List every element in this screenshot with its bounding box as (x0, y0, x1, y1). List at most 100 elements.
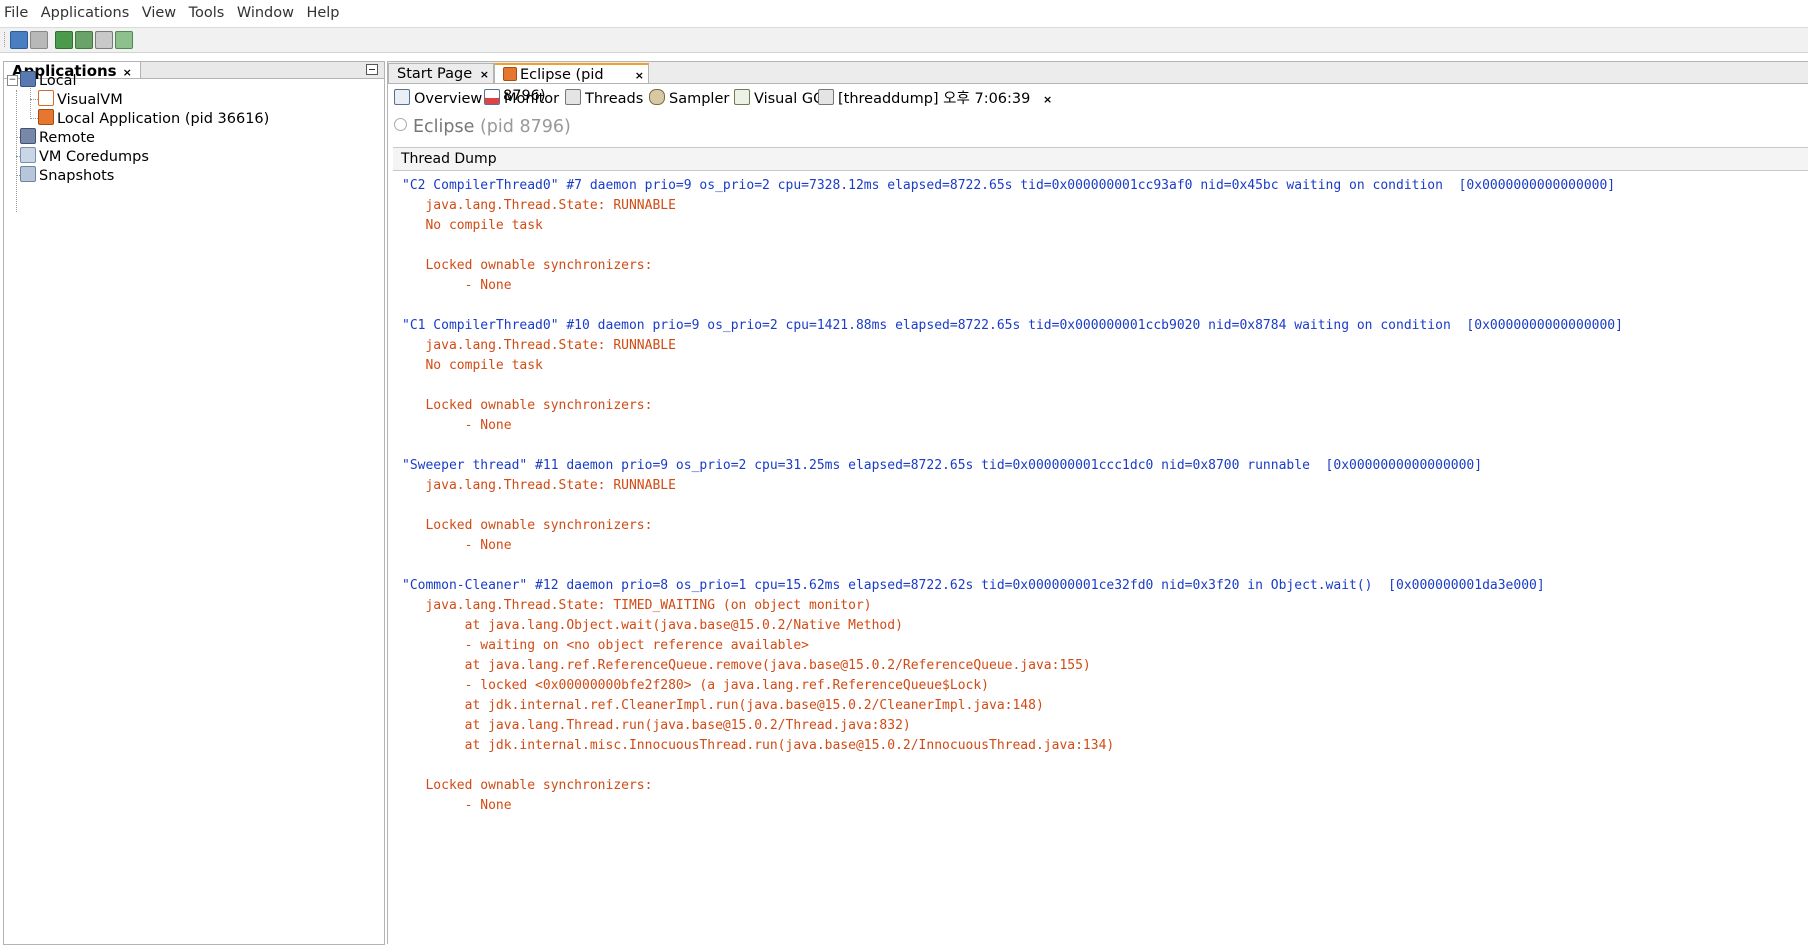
thread-header-line: "C1 CompilerThread0" #10 daemon prio=9 o… (402, 318, 1623, 333)
tab-eclipse[interactable]: Eclipse (pid 8796) × (494, 63, 649, 104)
threads-icon (565, 89, 581, 105)
java-app-icon (503, 67, 517, 81)
close-icon[interactable]: × (635, 65, 644, 86)
process-title: Eclipse (pid 8796) (394, 117, 571, 137)
menu-file[interactable]: File (4, 0, 28, 21)
thread-detail-line: - None (402, 278, 512, 293)
thread-detail-line: at jdk.internal.misc.InnocuousThread.run… (402, 738, 1115, 753)
tab-sampler[interactable]: Sampler (649, 89, 729, 109)
close-icon[interactable]: × (123, 66, 132, 79)
thread-detail-line (402, 236, 1623, 256)
add-jmx-connection-icon[interactable] (55, 31, 73, 49)
document-tabs: Start Page × Eclipse (pid 8796) × (388, 62, 1808, 104)
tab-monitor[interactable]: Monitor (484, 89, 559, 109)
thread-detail-line: Locked ownable synchronizers: (402, 778, 653, 793)
visual-gc-icon (734, 89, 750, 105)
tree-connector (30, 99, 38, 100)
tree-item-local-application-label: Local Application (pid 36616) (57, 111, 270, 127)
threaddump-icon (818, 89, 834, 105)
thread-detail-line: - waiting on <no object reference availa… (402, 638, 809, 653)
collapse-icon[interactable]: − (7, 75, 18, 86)
tab-overview-label: Overview (414, 91, 483, 107)
tree-item-local-application[interactable]: Local Application (pid 36616) (38, 109, 269, 128)
process-name: Eclipse (413, 117, 475, 137)
tab-threaddump[interactable]: [threaddump] 오후 7:06:39 × (818, 89, 1052, 109)
menu-view[interactable]: View (142, 0, 176, 21)
close-icon[interactable]: × (480, 64, 489, 85)
monitor-icon (484, 89, 500, 105)
tab-threads[interactable]: Threads (565, 89, 643, 109)
thread-detail-line: java.lang.Thread.State: RUNNABLE (402, 198, 676, 213)
thread-detail-line: java.lang.Thread.State: TIMED_WAITING (o… (402, 598, 872, 613)
tree-item-local[interactable]: Local (20, 71, 77, 90)
tab-sampler-label: Sampler (669, 91, 730, 107)
heap-dump-icon[interactable] (75, 31, 93, 49)
thread-detail-line: at jdk.internal.ref.CleanerImpl.run(java… (402, 698, 1044, 713)
toolbar-grip (4, 32, 7, 47)
menu-tools[interactable]: Tools (189, 0, 225, 21)
section-header: Thread Dump (393, 147, 1808, 171)
tab-start-page[interactable]: Start Page × (388, 63, 494, 83)
tree-item-snapshots[interactable]: Snapshots (20, 166, 114, 185)
tree-item-remote-label: Remote (39, 130, 95, 146)
tab-threads-label: Threads (585, 91, 644, 107)
overview-icon (394, 89, 410, 105)
thread-detail-line: at java.lang.Object.wait(java.base@15.0.… (402, 618, 903, 633)
thread-detail-line: - None (402, 798, 512, 813)
tree-item-visualvm[interactable]: VisualVM (38, 90, 123, 109)
thread-detail-line: java.lang.Thread.State: RUNNABLE (402, 478, 676, 493)
thread-detail-line: - None (402, 538, 512, 553)
thread-header-line: "Common-Cleaner" #12 daemon prio=8 os_pr… (402, 578, 1545, 593)
thread-dump-icon[interactable] (95, 31, 113, 49)
tab-start-page-label: Start Page (397, 66, 473, 82)
save-icon[interactable] (30, 31, 48, 49)
thread-detail-line: - None (402, 418, 512, 433)
tree-item-vm-coredumps[interactable]: VM Coredumps (20, 147, 149, 166)
coredump-icon (20, 147, 36, 163)
thread-detail-line: Locked ownable synchronizers: (402, 258, 653, 273)
tree-item-remote[interactable]: Remote (20, 128, 95, 147)
tab-overview[interactable]: Overview (394, 89, 482, 109)
thread-detail-line (402, 496, 1623, 516)
tree-item-local-label: Local (39, 73, 77, 89)
section-title: Thread Dump (401, 151, 497, 167)
visualvm-icon (38, 90, 54, 106)
menu-applications[interactable]: Applications (41, 0, 130, 21)
thread-detail-line: at java.lang.Thread.run(java.base@15.0.2… (402, 718, 911, 733)
profiler-snapshot-icon[interactable] (115, 31, 133, 49)
minimize-icon[interactable] (366, 64, 378, 75)
tree-item-vm-coredumps-label: VM Coredumps (39, 149, 149, 165)
tab-visual-gc[interactable]: Visual GC (734, 89, 823, 109)
main-panel: Start Page × Eclipse (pid 8796) × Overvi… (387, 61, 1808, 944)
thread-detail-line: at java.lang.ref.ReferenceQueue.remove(j… (402, 658, 1091, 673)
menu-bar: File Applications View Tools Window Help (0, 0, 1808, 28)
thread-dump-text: "C2 CompilerThread0" #7 daemon prio=9 os… (402, 176, 1623, 816)
tab-visual-gc-label: Visual GC (754, 91, 824, 107)
status-indicator (394, 118, 407, 131)
tree-connector (16, 90, 17, 212)
thread-detail-line: java.lang.Thread.State: RUNNABLE (402, 338, 676, 353)
remote-host-icon (20, 128, 36, 144)
menu-window[interactable]: Window (237, 0, 294, 21)
tab-threaddump-label: [threaddump] 오후 7:06:39 (838, 91, 1031, 107)
view-tabs: Overview Monitor Threads Sampler Visual … (388, 86, 1808, 112)
tree-connector (30, 88, 31, 119)
menu-help[interactable]: Help (306, 0, 339, 21)
tree-item-snapshots-label: Snapshots (39, 168, 115, 184)
process-pid: (pid 8796) (479, 117, 571, 137)
tree-item-visualvm-label: VisualVM (57, 92, 123, 108)
tab-monitor-label: Monitor (504, 91, 560, 107)
thread-detail-line: No compile task (402, 358, 543, 373)
thread-detail-line (402, 296, 1623, 316)
thread-detail-line: Locked ownable synchronizers: (402, 518, 653, 533)
thread-detail-line: Locked ownable synchronizers: (402, 398, 653, 413)
thread-header-line: "C2 CompilerThread0" #7 daemon prio=9 os… (402, 178, 1616, 193)
load-snapshot-icon[interactable] (10, 31, 28, 49)
thread-detail-line: - locked <0x00000000bfe2f280> (a java.la… (402, 678, 989, 693)
thread-detail-line: No compile task (402, 218, 543, 233)
close-icon[interactable]: × (1043, 93, 1052, 106)
java-app-icon (38, 109, 54, 125)
toolbar (0, 28, 1808, 53)
thread-detail-line (402, 756, 1623, 776)
computer-icon (20, 71, 36, 87)
